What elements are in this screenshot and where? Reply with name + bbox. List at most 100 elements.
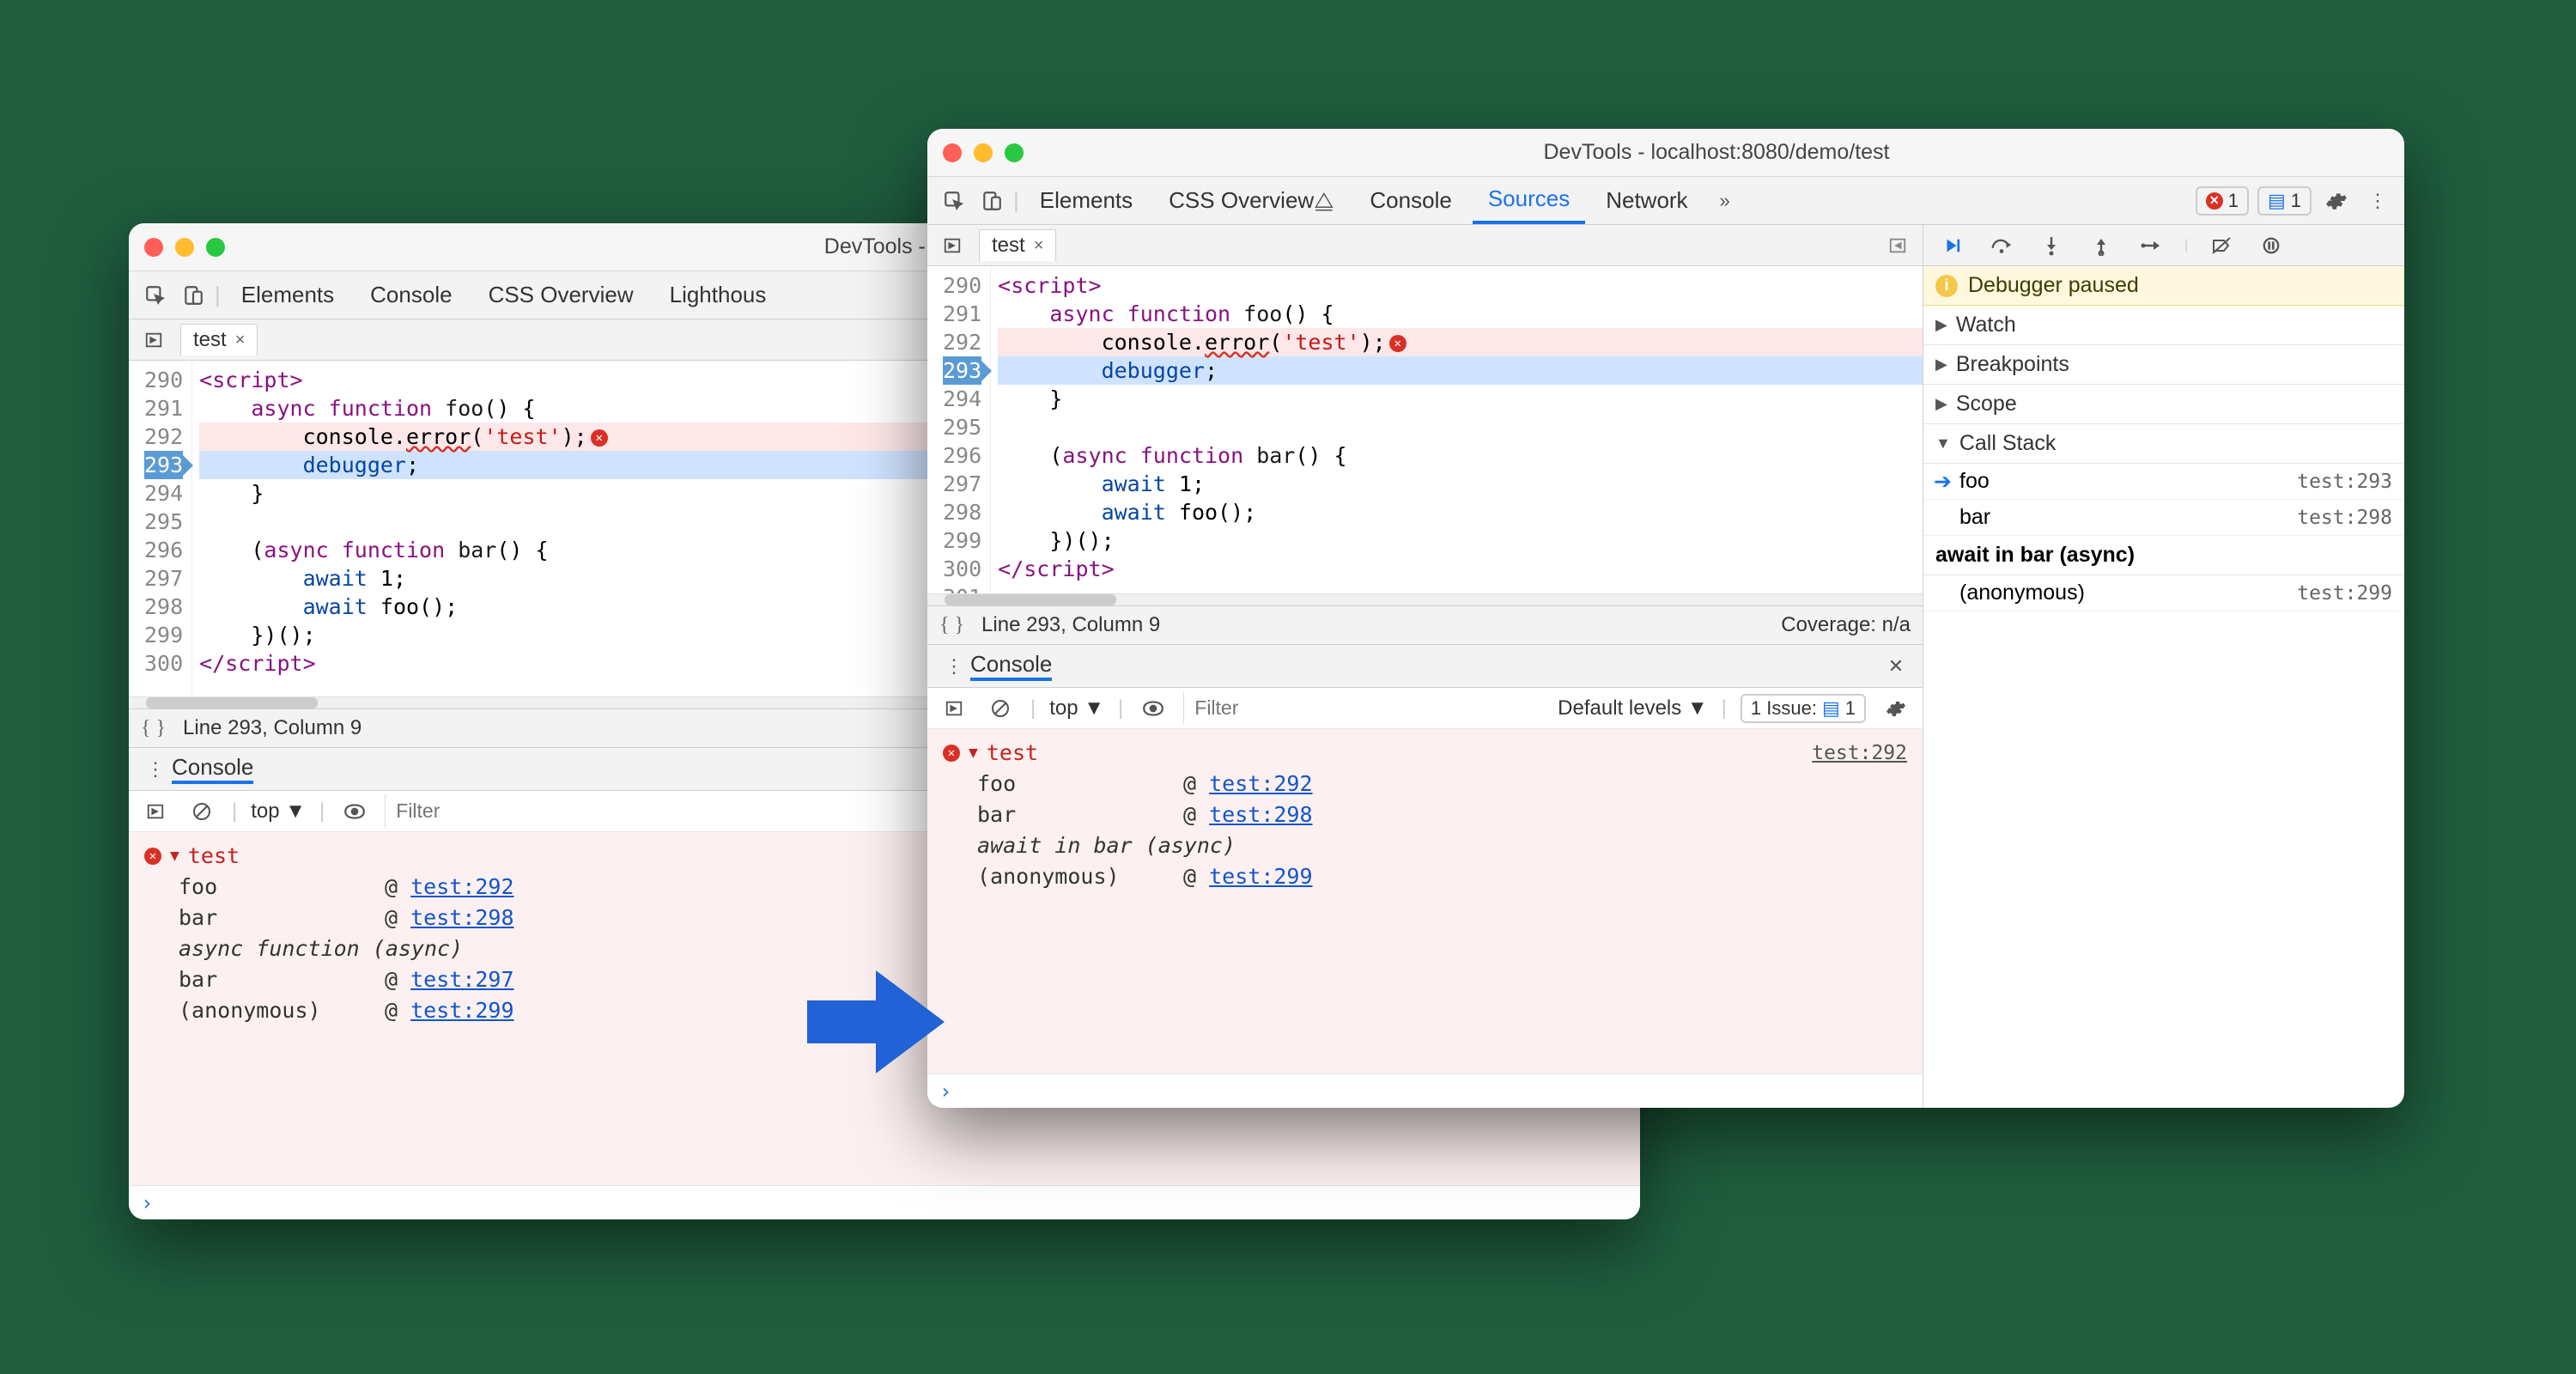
step-icon[interactable] [2135,229,2167,262]
tab-console[interactable]: Console [355,271,467,319]
clear-console-icon[interactable] [984,692,1017,725]
navigator-toggle-icon[interactable] [936,229,969,262]
maximize-window-icon[interactable] [1005,143,1024,162]
context-selector[interactable]: top ▼ [251,799,306,824]
stack-frame[interactable]: bar@ test:298 [943,799,1907,830]
callstack-frame[interactable]: footest:293 [1923,464,2404,500]
section-callstack[interactable]: ▼Call Stack [1923,424,2404,464]
section-scope[interactable]: ▶Scope [1923,385,2404,424]
file-tabbar: test × [927,225,1923,266]
callstack-async-divider: await in bar (async) [1923,536,2404,575]
source-link: test:298 [1209,802,1312,827]
error-badge[interactable]: ✕1 [2196,186,2249,216]
console-toolbar: | top ▼ | Default levels ▼ | 1 Issue: ▤ … [927,688,1923,729]
close-icon[interactable]: × [1034,236,1044,256]
flask-icon: ⧋ [1314,187,1334,215]
source-link: test:299 [410,998,513,1023]
drawer-tabbar: ⋮ Console ✕ [927,645,1923,688]
callstack-frame[interactable]: bartest:298 [1923,500,2404,536]
close-icon[interactable]: × [235,331,246,350]
tab-lighthouse[interactable]: Lighthous [654,271,782,319]
stack-frame[interactable]: foo@ test:292 [943,769,1907,799]
editor-pane: test × 290291292293294295296297298299300… [927,225,1923,1108]
file-tab-label: test [992,234,1025,258]
sidebar-toggle-icon[interactable] [938,692,970,725]
callstack-frame[interactable]: (anonymous)test:299 [1923,575,2404,611]
console-settings-icon[interactable] [1880,692,1912,725]
window-title: DevTools - localhost:8080/demo/test [1044,140,2389,165]
close-window-icon[interactable] [144,238,163,257]
resume-icon[interactable] [1935,229,1968,262]
section-watch[interactable]: ▶Watch [1923,306,2404,345]
debugger-sidebar: | i Debugger paused ▶Watch ▶Breakpoints … [1923,225,2404,1108]
console-filter-input[interactable] [1183,691,1544,725]
more-icon[interactable]: ⋮ [2361,185,2394,217]
info-icon: i [1935,275,1958,297]
close-window-icon[interactable] [943,143,962,162]
drawer-tab-console[interactable]: Console [970,651,1052,681]
clear-console-icon[interactable] [185,795,218,828]
debugger-toolbar: | [1923,225,2404,266]
navigator-toggle-icon[interactable] [137,324,170,356]
window-controls [144,238,225,257]
callstack-list: footest:293bartest:298await in bar (asyn… [1923,464,2404,1108]
log-levels-selector[interactable]: Default levels ▼ [1558,696,1708,720]
stack-frame[interactable]: await in bar (async) [943,830,1907,861]
tab-console[interactable]: Console [1354,177,1467,224]
tab-css-overview[interactable]: CSS Overview ⧋ [1153,177,1349,224]
close-drawer-icon[interactable]: ✕ [1880,650,1912,683]
inspect-icon[interactable] [938,185,970,217]
line-gutter: 290291292293294295296297298299300301302 [927,266,991,593]
step-over-icon[interactable] [1985,229,2018,262]
tab-elements[interactable]: Elements [1024,177,1148,224]
message-badge[interactable]: ▤1 [2257,186,2312,216]
debugger-toggle-icon[interactable] [1881,229,1914,262]
file-tab-label: test [193,328,227,352]
code-content[interactable]: <script> async function foo() { console.… [991,266,1923,593]
issues-badge[interactable]: 1 Issue: ▤ 1 [1741,694,1866,723]
more-tabs-icon[interactable]: » [1709,185,1741,217]
drawer-tab-console[interactable]: Console [172,754,253,784]
deactivate-breakpoints-icon[interactable] [2205,229,2238,262]
device-toggle-icon[interactable] [975,185,1008,217]
sidebar-toggle-icon[interactable] [139,795,172,828]
pretty-print-button[interactable]: { } [939,614,964,637]
code-editor[interactable]: 290291292293294295296297298299300301302 … [927,266,1923,593]
live-expression-icon[interactable] [338,795,371,828]
console-prompt[interactable]: › [129,1185,1640,1219]
live-expression-icon[interactable] [1137,692,1170,725]
source-link: test:292 [1209,771,1312,796]
debugger-paused-banner: i Debugger paused [1923,266,2404,306]
horizontal-scrollbar[interactable] [927,593,1923,605]
error-message: test [987,738,1038,769]
cursor-position: Line 293, Column 9 [981,613,1160,637]
error-message: test [188,841,240,872]
cursor-position: Line 293, Column 9 [183,716,361,740]
settings-icon[interactable] [2320,185,2353,217]
more-icon[interactable]: ⋮ [938,650,970,683]
inspect-icon[interactable] [139,279,172,312]
context-selector[interactable]: top ▼ [1049,696,1104,720]
tab-elements[interactable]: Elements [226,271,349,319]
device-toggle-icon[interactable] [177,279,210,312]
section-breakpoints[interactable]: ▶Breakpoints [1923,345,2404,385]
titlebar[interactable]: DevTools - localhost:8080/demo/test [927,129,2404,177]
more-icon[interactable]: ⋮ [139,753,172,786]
pretty-print-button[interactable]: { } [141,717,166,740]
tab-network[interactable]: Network [1590,177,1703,224]
source-link: test:292 [1812,738,1907,769]
maximize-window-icon[interactable] [206,238,225,257]
line-gutter: 290291292293294295296297298299300 [129,361,192,696]
minimize-window-icon[interactable] [175,238,194,257]
step-out-icon[interactable] [2085,229,2117,262]
tab-sources[interactable]: Sources [1473,177,1585,224]
minimize-window-icon[interactable] [974,143,993,162]
console-prompt[interactable]: › [927,1073,1923,1108]
file-tab-test[interactable]: test × [979,229,1056,261]
console-output[interactable]: ✕▼testtest:292foo@ test:292bar@ test:298… [927,729,1923,1073]
tab-css-overview[interactable]: CSS Overview [473,271,649,319]
pause-exceptions-icon[interactable] [2255,229,2287,262]
file-tab-test[interactable]: test × [180,324,258,356]
step-into-icon[interactable] [2035,229,2068,262]
stack-frame[interactable]: (anonymous)@ test:299 [943,861,1907,892]
